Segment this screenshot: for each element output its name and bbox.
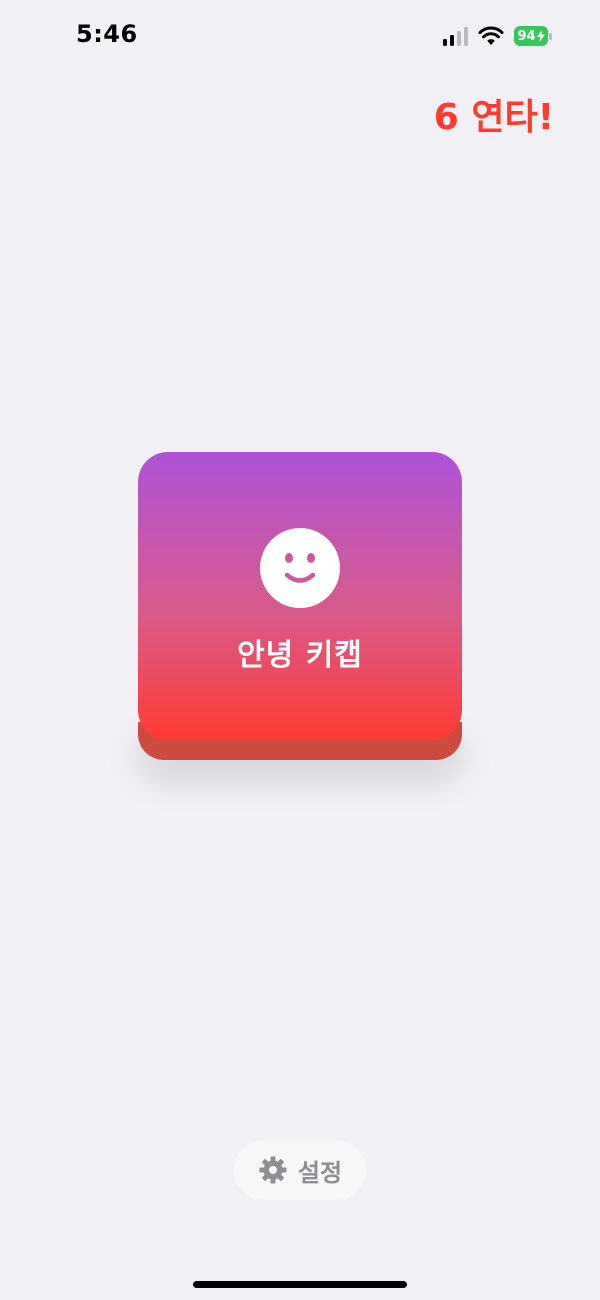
combo-label: 연타!: [471, 97, 554, 138]
status-icons: 94: [443, 24, 552, 48]
signal-icon: [443, 26, 468, 46]
smile-icon: [260, 528, 340, 608]
combo-count: 6: [433, 97, 459, 138]
keycap-label: 안녕 키캡: [237, 638, 363, 673]
wifi-icon: [478, 26, 504, 46]
battery-level: 94: [517, 28, 536, 44]
settings-label: 설정: [297, 1158, 343, 1187]
settings-button[interactable]: 설정: [234, 1140, 366, 1200]
status-time: 5:46: [76, 20, 138, 48]
keycap-face[interactable]: 안녕 키캡: [138, 452, 462, 740]
combo-counter: 6 연타!: [434, 100, 554, 136]
home-indicator[interactable]: [193, 1281, 407, 1288]
gear-icon: [259, 1156, 287, 1184]
keycap-button[interactable]: 안녕 키캡: [138, 452, 462, 760]
battery-charging-icon: 94: [514, 26, 552, 46]
status-bar: 5:46 94: [0, 0, 600, 70]
